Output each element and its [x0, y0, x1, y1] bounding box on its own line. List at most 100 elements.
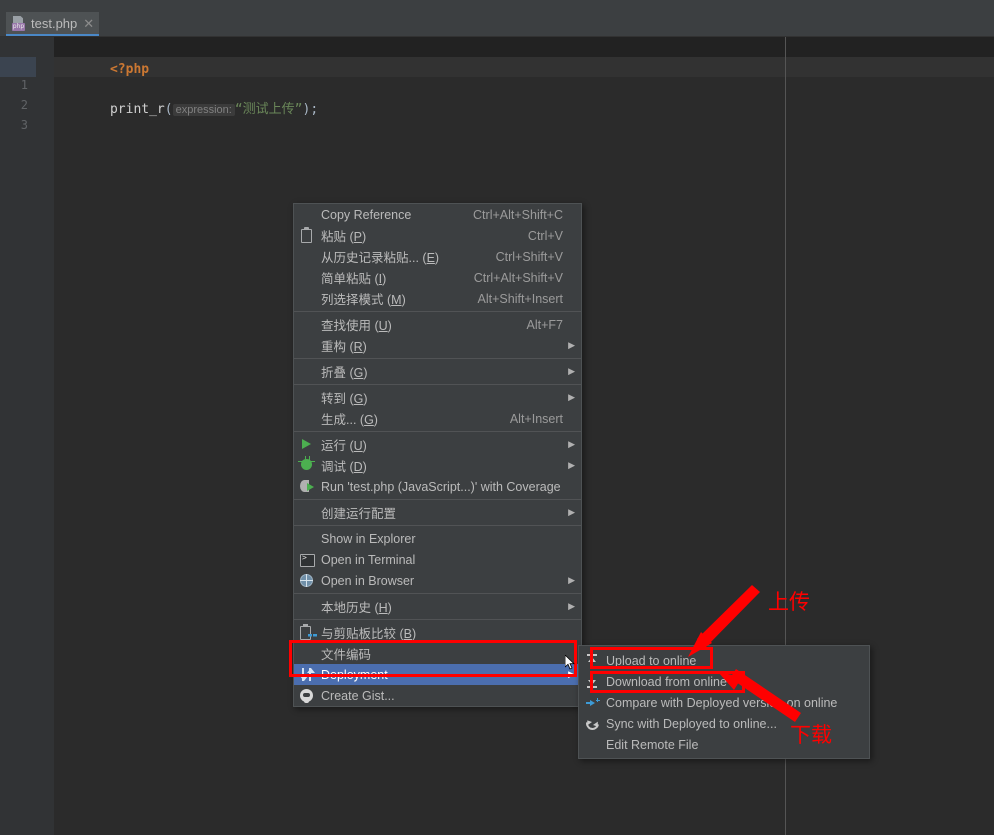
menu-item-icon-slot	[294, 361, 321, 382]
menu-item-debug[interactable]: 调试 (D) ▶	[294, 455, 581, 476]
compare-icon	[586, 698, 600, 708]
chevron-right-icon: ▶	[568, 575, 575, 585]
php-badge-label: php	[12, 22, 25, 30]
menu-item-icon-slot	[579, 671, 606, 692]
annotation-label-download: 下载	[790, 723, 832, 747]
semicolon: ;	[310, 102, 319, 117]
menu-item-paste-from-history[interactable]: 从历史记录粘贴... (E) Ctrl+Shift+V	[294, 246, 581, 267]
editor-gutter[interactable]: 1 2 3	[0, 37, 54, 835]
menu-item-find-usages[interactable]: 查找使用 (U) Alt+F7	[294, 314, 581, 335]
menu-item-show-in-explorer[interactable]: Show in Explorer	[294, 528, 581, 549]
php-file-icon: php	[12, 15, 26, 31]
menu-item-icon-slot	[294, 622, 321, 643]
menu-item-label: 简单粘贴 (I)	[321, 272, 387, 286]
menu-separator	[294, 619, 581, 620]
line-number: 2	[20, 98, 28, 112]
menu-item-deployment[interactable]: Deployment ▶	[294, 664, 581, 685]
menu-item-label: Open in Browser	[321, 573, 415, 588]
context-menu[interactable]: Copy Reference Ctrl+Alt+Shift+C 粘贴 (P) Ctrl…	[293, 203, 582, 707]
menu-item-label: Compare with Deployed version on online	[606, 695, 838, 710]
menu-separator	[294, 525, 581, 526]
menu-separator	[294, 358, 581, 359]
tab-title: test.php	[31, 15, 78, 31]
menu-item-paste-simple[interactable]: 简单粘贴 (I) Ctrl+Alt+Shift+V	[294, 267, 581, 288]
chevron-right-icon: ▶	[568, 392, 575, 402]
menu-item-icon-slot	[294, 408, 321, 429]
ide-window: php test.php ✕ 1 2 3 <?php print_r(expre…	[0, 0, 994, 835]
menu-item-label: 转到 (G)	[321, 392, 368, 406]
menu-item-icon-slot	[294, 685, 321, 706]
menu-item-icon-slot	[294, 225, 321, 246]
chevron-right-icon: ▶	[568, 669, 575, 679]
debug-icon	[298, 456, 315, 470]
menu-item-label: Show in Explorer	[321, 531, 416, 546]
menu-item-icon-slot	[294, 476, 321, 497]
menu-item-label: 从历史记录粘贴... (E)	[321, 251, 440, 265]
menu-item-copy-reference[interactable]: Copy Reference Ctrl+Alt+Shift+C	[294, 204, 581, 225]
menu-item-icon-slot	[294, 643, 321, 664]
menu-item-label: Open in Terminal	[321, 552, 416, 567]
menu-item-local-history[interactable]: 本地历史 (H) ▶	[294, 596, 581, 617]
editor-tab-bar: php test.php ✕	[0, 0, 994, 37]
code-line-1: <?php	[63, 40, 149, 77]
menu-item-paste[interactable]: 粘贴 (P) Ctrl+V	[294, 225, 581, 246]
menu-item-icon-slot	[579, 713, 606, 734]
menu-item-shortcut: Alt+Insert	[509, 411, 563, 426]
close-icon[interactable]: ✕	[83, 17, 94, 30]
menu-item-goto[interactable]: 转到 (G) ▶	[294, 387, 581, 408]
chevron-right-icon: ▶	[568, 460, 575, 470]
current-line-highlight	[54, 57, 994, 77]
menu-item-icon-slot	[294, 434, 321, 455]
mouse-cursor	[565, 655, 575, 670]
deployment-icon	[299, 668, 315, 681]
menu-item-label: 折叠 (G)	[321, 366, 368, 380]
menu-item-icon-slot	[294, 288, 321, 309]
menu-item-icon-slot	[579, 734, 606, 755]
upload-icon	[586, 654, 599, 667]
menu-item-label: Download from online	[606, 674, 727, 689]
menu-item-upload-to-online[interactable]: Upload to online	[579, 650, 869, 671]
menu-item-refactor[interactable]: 重构 (R) ▶	[294, 335, 581, 356]
menu-item-compare-with-clipboard[interactable]: 与剪贴板比较 (B)	[294, 622, 581, 643]
menu-item-folding[interactable]: 折叠 (G) ▶	[294, 361, 581, 382]
menu-item-label: Copy Reference	[321, 207, 412, 222]
line-number: 3	[20, 118, 28, 132]
menu-item-run-with-coverage[interactable]: Run 'test.php (JavaScript...)' with Cove…	[294, 476, 581, 497]
gutter-fold-strip	[36, 37, 54, 835]
menu-item-shortcut: Ctrl+Alt+Shift+C	[473, 207, 563, 222]
menu-item-run[interactable]: 运行 (U) ▶	[294, 434, 581, 455]
menu-item-shortcut: Alt+F7	[526, 317, 563, 332]
menu-item-icon-slot	[579, 692, 606, 713]
parameter-hint: expression:	[172, 104, 235, 116]
menu-item-open-in-terminal[interactable]: Open in Terminal	[294, 549, 581, 570]
menu-item-download-from-online[interactable]: Download from online	[579, 671, 869, 692]
menu-item-open-in-browser[interactable]: Open in Browser ▶	[294, 570, 581, 591]
chevron-right-icon: ▶	[568, 439, 575, 449]
clipboard-icon	[301, 227, 312, 243]
sync-icon	[583, 714, 602, 733]
menu-item-icon-slot	[294, 335, 321, 356]
menu-item-icon-slot	[294, 596, 321, 617]
menu-item-label: 与剪贴板比较 (B)	[321, 627, 417, 641]
terminal-icon	[300, 553, 315, 567]
menu-item-generate[interactable]: 生成... (G) Alt+Insert	[294, 408, 581, 429]
menu-item-label: Create Gist...	[321, 688, 395, 703]
php-open-tag: <?php	[109, 62, 150, 77]
chevron-right-icon: ▶	[568, 366, 575, 376]
menu-item-file-encoding[interactable]: 文件编码	[294, 643, 581, 664]
line-number: 1	[20, 78, 28, 92]
menu-item-create-run-configuration[interactable]: 创建运行配置 ▶	[294, 502, 581, 523]
menu-item-compare-with-deployed[interactable]: Compare with Deployed version on online	[579, 692, 869, 713]
paren-open: (	[164, 102, 173, 117]
menu-item-column-selection-mode[interactable]: 列选择模式 (M) Alt+Shift+Insert	[294, 288, 581, 309]
menu-item-create-gist[interactable]: Create Gist...	[294, 685, 581, 706]
compare-clipboard-icon	[300, 624, 317, 640]
menu-item-label: 本地历史 (H)	[321, 601, 392, 615]
editor-tab-test-php[interactable]: php test.php ✕	[6, 12, 99, 37]
menu-item-label: Deployment	[321, 667, 388, 682]
function-name: print_r	[109, 102, 165, 117]
menu-item-shortcut: Ctrl+V	[527, 228, 563, 243]
menu-item-icon-slot	[579, 650, 606, 671]
coverage-icon	[300, 480, 314, 492]
menu-item-label: Run 'test.php (JavaScript...)' with Cove…	[321, 479, 561, 494]
